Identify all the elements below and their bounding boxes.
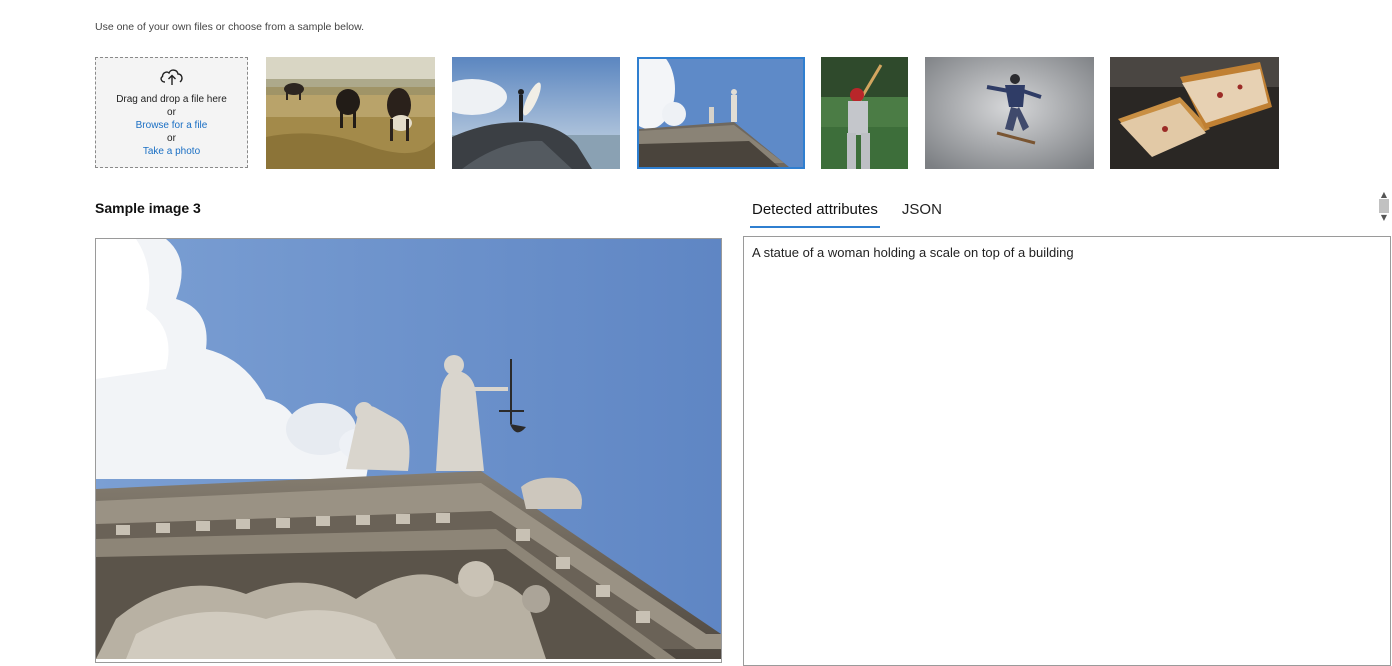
sample-title: Sample image 3: [95, 200, 201, 216]
results-panel: A statue of a woman holding a scale on t…: [743, 236, 1391, 666]
cloud-upload-icon: [159, 69, 183, 85]
image-caption: A statue of a woman holding a scale on t…: [752, 245, 1074, 260]
skateboarder-image: [925, 57, 1094, 169]
browse-file-link[interactable]: Browse for a file: [96, 119, 247, 132]
sample-thumbnail-skateboarder[interactable]: [925, 57, 1094, 169]
or-text: or: [167, 133, 176, 144]
surfer-image: [452, 57, 620, 169]
scroll-down-icon[interactable]: ▼: [1378, 213, 1390, 222]
take-photo-link[interactable]: Take a photo: [96, 145, 247, 158]
drag-drop-text: Drag and drop a file here: [116, 94, 227, 105]
sample-thumbnail-cows[interactable]: [266, 57, 435, 169]
tab-json[interactable]: JSON: [900, 199, 944, 228]
intro-text: Use one of your own files or choose from…: [95, 21, 365, 33]
sample-thumbnail-baseball[interactable]: [821, 57, 908, 169]
tab-detected-attributes[interactable]: Detected attributes: [750, 199, 880, 228]
upload-dropzone[interactable]: Drag and drop a file here or Browse for …: [95, 57, 248, 168]
statue-building-image: [639, 59, 803, 167]
sample-thumbnail-statue[interactable]: [637, 57, 805, 169]
scrollbar[interactable]: ▲ ▼: [1378, 190, 1390, 226]
sandwich-image: [1110, 57, 1279, 169]
scroll-up-icon[interactable]: ▲: [1378, 190, 1390, 199]
results-tabs: Detected attributes JSON: [750, 199, 964, 228]
cows-image: [266, 57, 435, 169]
main-image-frame: [95, 238, 722, 663]
or-text: or: [167, 107, 176, 118]
baseball-image: [821, 57, 908, 169]
scrollbar-thumb[interactable]: [1379, 199, 1389, 213]
statue-building-main-image: [96, 239, 721, 659]
sample-thumbnail-surfer[interactable]: [452, 57, 620, 169]
sample-thumbnail-sandwich[interactable]: [1110, 57, 1279, 169]
